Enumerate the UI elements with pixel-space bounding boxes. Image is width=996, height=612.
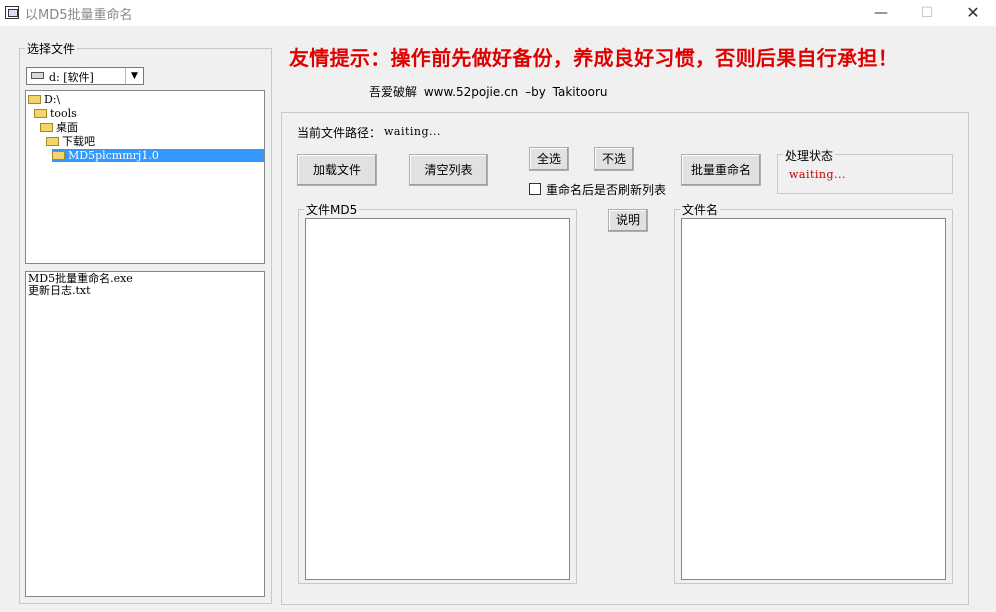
tree-item[interactable]: 桌面 (40, 121, 78, 134)
select-none-button[interactable]: 不选 (594, 147, 634, 171)
minimize-button[interactable]: — (858, 0, 904, 26)
drive-select[interactable]: d: [软件] ▼ (26, 67, 144, 85)
tree-item-label: D:\ (44, 93, 61, 106)
tree-item-label: tools (50, 107, 77, 120)
tree-item[interactable]: tools (34, 107, 77, 120)
refresh-after-rename-checkbox[interactable] (529, 183, 541, 195)
status-group-label: 处理状态 (783, 147, 836, 164)
window-title: 以MD5批量重命名 (25, 8, 133, 23)
tree-item[interactable]: D:\ (28, 93, 60, 106)
status-value: waiting... (789, 168, 847, 181)
refresh-after-rename-label[interactable]: 重命名后是否刷新列表 (546, 181, 666, 198)
filenames-list[interactable] (681, 218, 946, 580)
chevron-down-icon[interactable]: ▼ (125, 68, 143, 84)
folder-icon (34, 109, 47, 118)
folder-icon (40, 123, 53, 132)
tree-item-label: MD5plcmmrj1.0 (68, 149, 159, 162)
folder-icon (52, 151, 65, 160)
path-value: waiting... (384, 125, 442, 138)
tree-item-label: 桌面 (56, 121, 78, 134)
select-all-button[interactable]: 全选 (529, 147, 569, 171)
select-file-group-label: 选择文件 (25, 40, 78, 57)
folder-icon (28, 95, 41, 104)
drive-icon (31, 72, 44, 79)
credit-text: 吾爱破解 www.52pojie.cn –by Takitooru (369, 85, 608, 99)
batch-rename-button[interactable]: 批量重命名 (681, 154, 761, 186)
title-bar[interactable] (0, 0, 996, 26)
tree-item[interactable]: 下载吧 (46, 135, 95, 148)
md5-group-label: 文件MD5 (304, 201, 360, 218)
app-icon[interactable] (5, 6, 19, 19)
maximize-button[interactable]: ☐ (904, 0, 950, 26)
clear-list-button[interactable]: 清空列表 (409, 154, 488, 186)
load-files-button[interactable]: 加载文件 (297, 154, 377, 186)
help-button[interactable]: 说明 (608, 209, 648, 232)
folder-icon (46, 137, 59, 146)
file-list-item[interactable]: 更新日志.txt (28, 285, 91, 297)
drive-select-value: d: [软件] (49, 71, 94, 84)
path-label: 当前文件路径： (297, 126, 382, 140)
close-button[interactable]: ✕ (950, 0, 996, 26)
folder-tree[interactable]: D:\ tools 桌面 下载吧 MD5plcmmrj1.0 (25, 90, 265, 264)
tree-item-label: 下载吧 (62, 135, 95, 148)
md5-list[interactable] (305, 218, 570, 580)
tree-item[interactable]: MD5plcmmrj1.0 (52, 149, 264, 162)
file-list[interactable]: MD5批量重命名.exe 更新日志.txt (25, 271, 265, 597)
filenames-group-label: 文件名 (680, 201, 721, 218)
warning-message: 友情提示：操作前先做好备份，养成良好习惯，否则后果自行承担！ (289, 46, 898, 70)
